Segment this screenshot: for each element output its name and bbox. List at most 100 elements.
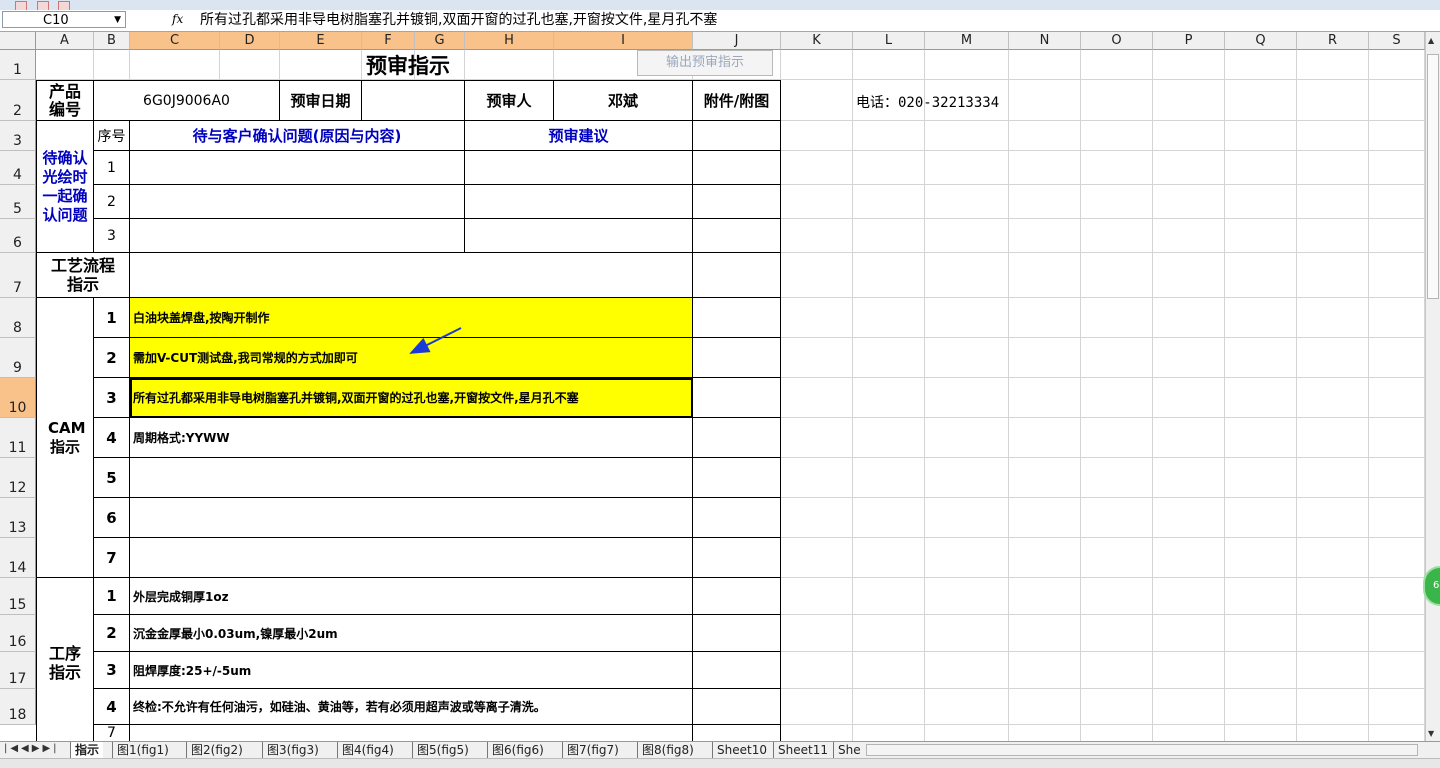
row-header[interactable]: 1 [0,50,36,80]
row-header[interactable]: 12 [0,458,36,498]
cam-item-text[interactable] [130,538,693,578]
procedure-item-text[interactable]: 外层完成铜厚1oz [130,578,693,615]
issue-cell[interactable] [130,219,465,253]
column-header[interactable]: B [94,32,130,50]
row-header[interactable]: 5 [0,185,36,219]
attachment-cell[interactable] [693,725,781,741]
phone-number[interactable]: 电话：020-32213334 [856,92,999,112]
product-no-value[interactable]: 6G0J9006A0 [94,80,280,121]
row-header[interactable]: 11 [0,418,36,458]
row-header[interactable]: 2 [0,80,36,121]
row-header[interactable]: 13 [0,498,36,538]
row-header[interactable]: 8 [0,298,36,338]
column-header[interactable]: J [693,32,781,50]
sheet-tab[interactable]: 图1(fig1) [112,742,173,758]
name-box[interactable]: C10 ▼ [2,11,126,28]
tab-nav-arrows-icon[interactable]: |◀◀▶▶| [4,743,60,754]
attachment-cell[interactable] [693,219,781,253]
attachment-cell[interactable] [693,689,781,725]
select-all-corner[interactable] [0,32,36,50]
vertical-scrollbar[interactable]: ▲ ▼ [1425,32,1440,741]
column-header[interactable]: A [36,32,94,50]
row-header[interactable]: 10 [0,378,36,418]
column-header[interactable]: R [1297,32,1369,50]
issue-cell[interactable] [130,151,465,185]
scroll-down-icon[interactable]: ▼ [1428,729,1434,738]
attachment-cell[interactable] [693,418,781,458]
row-header[interactable]: 16 [0,615,36,652]
chevron-down-icon[interactable]: ▼ [114,12,121,29]
column-header[interactable]: E [280,32,362,50]
row-header[interactable]: 6 [0,219,36,253]
column-header[interactable]: O [1081,32,1153,50]
column-header[interactable]: L [853,32,925,50]
spreadsheet-grid[interactable]: A B C D E F G H I J K L M N O P Q R S 1 2 3 4 5 6 7 8 9 10 11 12 13 14 15… [0,32,1425,741]
sheet-tab[interactable]: 图3(fig3) [262,742,323,758]
column-header[interactable]: P [1153,32,1225,50]
sheet-tab[interactable]: 图2(fig2) [186,742,247,758]
cam-item-text[interactable]: 白油块盖焊盘,按陶开制作 [130,298,693,338]
horizontal-scrollbar[interactable] [866,744,1418,756]
process-flow-cell[interactable] [130,253,693,298]
row-header[interactable]: 17 [0,652,36,689]
issue-cell[interactable] [130,185,465,219]
attachment-cell[interactable] [693,458,781,498]
column-header[interactable]: M [925,32,1009,50]
suggestion-cell[interactable] [465,151,693,185]
row-header[interactable]: 15 [0,578,36,615]
row-header[interactable]: 7 [0,253,36,298]
vertical-scroll-thumb[interactable] [1427,54,1439,299]
attachment-cell[interactable] [693,615,781,652]
sheet-tab[interactable]: 图5(fig5) [412,742,473,758]
cam-item-text[interactable]: 所有过孔都采用非导电树脂塞孔并镀铜,双面开窗的过孔也塞,开窗按文件,星月孔不塞 [130,378,693,418]
attachment-cell[interactable] [693,652,781,689]
column-header[interactable]: S [1369,32,1425,50]
attachment-cell[interactable] [693,578,781,615]
row-header[interactable]: 18 [0,689,36,725]
cam-item-text[interactable] [130,458,693,498]
row-header[interactable]: 4 [0,151,36,185]
attachment-cell[interactable] [693,121,781,151]
procedure-text-cell[interactable] [130,725,693,741]
column-header[interactable]: I [554,32,693,50]
row-header[interactable]: 9 [0,338,36,378]
formula-input[interactable]: 所有过孔都采用非导电树脂塞孔并镀铜,双面开窗的过孔也塞,开窗按文件,星月孔不塞 [200,11,717,29]
column-header[interactable]: H [465,32,554,50]
procedure-item-text[interactable]: 沉金金厚最小0.03um,镍厚最小2um [130,615,693,652]
attachment-cell[interactable] [693,338,781,378]
fx-icon[interactable]: fx [172,12,183,26]
cam-item-text[interactable]: 需加V-CUT测试盘,我司常规的方式加即可 [130,338,693,378]
column-header[interactable]: G [415,32,465,50]
sheet-tab[interactable]: 图6(fig6) [487,742,548,758]
column-header[interactable]: N [1009,32,1081,50]
attachment-cell[interactable] [693,378,781,418]
attachment-cell[interactable] [693,498,781,538]
column-header[interactable]: Q [1225,32,1297,50]
cam-item-text[interactable] [130,498,693,538]
sheet-tab[interactable]: Sheet11 [773,742,832,758]
attachment-cell[interactable] [693,151,781,185]
attachment-cell[interactable] [693,298,781,338]
column-header[interactable]: C [130,32,220,50]
procedure-item-text[interactable]: 阻焊厚度:25+/-5um [130,652,693,689]
attachment-cell[interactable] [693,253,781,298]
column-header[interactable]: D [220,32,280,50]
sheet-tab[interactable]: 图8(fig8) [637,742,698,758]
export-review-button[interactable]: 输出预审指示 [637,50,773,76]
cam-item-text[interactable]: 周期格式:YYWW [130,418,693,458]
attachment-cell[interactable] [693,185,781,219]
suggestion-cell[interactable] [465,219,693,253]
suggestion-cell[interactable] [465,185,693,219]
row-header[interactable]: 3 [0,121,36,151]
attachment-cell[interactable] [693,538,781,578]
reviewer-value[interactable]: 邓斌 [554,80,693,121]
procedure-item-text[interactable]: 终检:不允许有任何油污，如硅油、黄油等，若有必须用超声波或等离子清洗。 [130,689,693,725]
review-date-value[interactable] [362,80,465,121]
sheet-tab[interactable]: She [833,742,865,758]
sheet-tab[interactable]: 图4(fig4) [337,742,398,758]
sheet-tab[interactable]: 指示 [70,742,104,758]
sheet-tab[interactable]: 图7(fig7) [562,742,623,758]
sheet-tab[interactable]: Sheet10 [712,742,771,758]
row-header[interactable]: 14 [0,538,36,578]
column-header[interactable]: K [781,32,853,50]
